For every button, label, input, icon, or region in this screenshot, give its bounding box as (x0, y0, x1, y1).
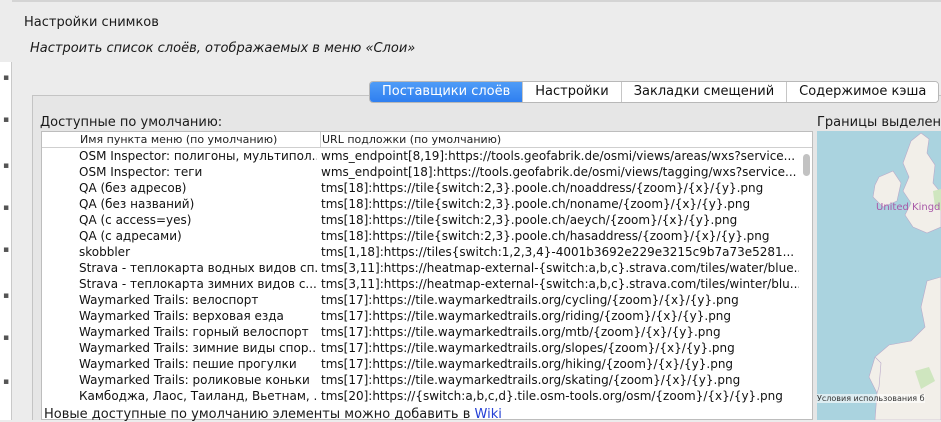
cell-url: tms[3,11]:https://heatmap-external-{swit… (321, 277, 799, 291)
section-description: Настроить список слоёв, отображаемых в м… (30, 41, 416, 56)
table-row[interactable]: Strava - теплокарта зимних видов с... tms… (42, 276, 799, 292)
cell-menu-name: Waymarked Trails: зимние виды спор... (79, 341, 317, 355)
sidebar-icon-1[interactable]: ▪ (1, 72, 11, 84)
cell-url: tms[17]:https://tile.waymarkedtrails.org… (321, 341, 735, 355)
table-row[interactable]: Waymarked Trails: горный велоспорт tms[17… (42, 324, 796, 340)
map-land-shapes (868, 132, 941, 420)
cell-url: tms[1,18]:https://tiles{switch:1,2,3,4}-… (321, 245, 795, 259)
window-top-divider (12, 0, 941, 2)
cell-menu-name: Waymarked Trails: верховая езда (79, 309, 284, 323)
cell-url: tms[18]:https://tile{switch:2,3}.poole.c… (321, 197, 751, 211)
sidebar-icon-3[interactable]: ▪ (1, 160, 11, 172)
table-row[interactable]: QA (без названий) tms[18]:https://tile{sw… (42, 196, 796, 212)
table-row[interactable]: Камбоджа, Лаос, Таиланд, Вьетнам, ... tms… (42, 388, 796, 404)
table-row[interactable]: Waymarked Trails: зимние виды спор... tms… (42, 340, 796, 356)
available-defaults-label: Доступные по умолчанию: (40, 115, 223, 130)
default-layers-table[interactable]: Имя пункта меню (по умолчанию) URL подло… (41, 131, 813, 420)
table-row[interactable]: Waymarked Trails: велоспорт tms[17]:https… (42, 292, 796, 308)
tab-settings[interactable]: Настройки (522, 82, 621, 102)
cell-url: tms[18]:https://tile{switch:2,3}.poole.c… (321, 181, 764, 195)
left-sidebar-strip: ▪ ▪ ▪ ▪ ▪ ▪ ▪ ▪ (0, 62, 12, 420)
cell-url: tms[17]:https://tile.waymarkedtrails.org… (321, 325, 721, 339)
cell-url: tms[20]:https://{switch:a,b,c,d}.tile.os… (321, 389, 783, 403)
sidebar-icon-4[interactable]: ▪ (1, 202, 11, 214)
table-row[interactable]: Strava - теплокарта водных видов сп... tm… (42, 260, 799, 276)
map-bounds-label: Границы выделенн (817, 115, 941, 130)
cell-menu-name: Waymarked Trails: велоспорт (79, 293, 259, 307)
map-attribution[interactable]: Условия использования б (817, 394, 925, 403)
table-row[interactable]: Waymarked Trails: верховая езда tms[17]:h… (42, 308, 796, 324)
table-row[interactable]: OSM Inspector: теги wms_endpoint[18]:http… (42, 164, 797, 180)
table-row[interactable]: Waymarked Trails: пешие прогулки tms[17]:… (42, 356, 796, 372)
cell-url: wms_endpoint[18]:https://tools.geofabrik… (321, 165, 797, 179)
cell-menu-name: QA (с адресами) (79, 229, 182, 243)
cell-url: tms[18]:https://tile{switch:2,3}.poole.c… (321, 213, 738, 227)
cell-menu-name: Камбоджа, Лаос, Таиланд, Вьетнам, ... (79, 389, 317, 403)
cell-menu-name: skobbler (79, 245, 130, 259)
table-row[interactable]: skobbler tms[1,18]:https://tiles{switch:1… (42, 244, 796, 260)
sidebar-icon-5[interactable]: ▪ (1, 244, 11, 256)
sidebar-icon-6[interactable]: ▪ (1, 290, 11, 302)
cell-menu-name: Strava - теплокарта водных видов сп... (79, 261, 317, 275)
table-row[interactable]: QA (с адресами) tms[18]:https://tile{swit… (42, 228, 796, 244)
cell-menu-name: QA (с access=yes) (79, 213, 192, 227)
cell-url: tms[17]:https://tile.waymarkedtrails.org… (321, 373, 741, 387)
table-row[interactable]: QA (без адресов) tms[18]:https://tile{swi… (42, 180, 796, 196)
map-country-label: United Kingd (876, 202, 941, 213)
cell-menu-name: QA (без адресов) (79, 181, 187, 195)
table-header: Имя пункта меню (по умолчанию) URL подло… (42, 132, 812, 148)
cell-url: tms[17]:https://tile.waymarkedtrails.org… (321, 309, 732, 323)
table-scrollbar[interactable] (803, 154, 810, 176)
table-row[interactable]: OSM Inspector: полигоны, мультипол... wms… (42, 148, 796, 164)
column-header-url[interactable]: URL подложки (по умолчанию) (320, 132, 501, 148)
tab-layer-providers[interactable]: Поставщики слоёв (370, 82, 523, 102)
table-row[interactable]: QA (с access=yes) tms[18]:https://tile{sw… (42, 212, 796, 228)
column-header-name[interactable]: Имя пункта меню (по умолчанию) (80, 132, 277, 148)
cell-menu-name: OSM Inspector: полигоны, мультипол... (79, 149, 317, 163)
sidebar-icon-2[interactable]: ▪ (1, 114, 11, 126)
cell-url: tms[3,11]:https://heatmap-external-{swit… (321, 261, 799, 275)
table-body: OSM Inspector: полигоны, мультипол... wms… (42, 148, 812, 419)
cell-menu-name: OSM Inspector: теги (79, 165, 203, 179)
tab-bar: Поставщики слоёв Настройки Закладки смещ… (369, 81, 940, 103)
sidebar-icon-8[interactable]: ▪ (1, 376, 11, 388)
section-title: Настройки снимков (24, 15, 159, 30)
tab-cache-contents[interactable]: Содержимое кэша (786, 82, 939, 102)
cell-url: tms[18]:https://tile{switch:2,3}.poole.c… (321, 229, 770, 243)
table-row[interactable]: Waymarked Trails: роликовые коньки tms[17… (42, 372, 796, 388)
cell-menu-name: Waymarked Trails: пешие прогулки (79, 357, 297, 371)
cell-url: tms[17]:https://tile.waymarkedtrails.org… (321, 293, 739, 307)
cell-url: wms_endpoint[8,19]:https://tools.geofabr… (321, 149, 796, 163)
cell-menu-name: Waymarked Trails: роликовые коньки (79, 373, 310, 387)
cell-menu-name: QA (без названий) (79, 197, 195, 211)
bounds-map[interactable]: United Kingd Условия использования б (817, 131, 941, 420)
cell-url: tms[17]:https://tile.waymarkedtrails.org… (321, 357, 734, 371)
cell-menu-name: Waymarked Trails: горный велоспорт (79, 325, 309, 339)
sidebar-icon-7[interactable]: ▪ (1, 332, 11, 344)
tab-offset-bookmarks[interactable]: Закладки смещений (620, 82, 787, 102)
cell-menu-name: Strava - теплокарта зимних видов с... (79, 277, 317, 291)
